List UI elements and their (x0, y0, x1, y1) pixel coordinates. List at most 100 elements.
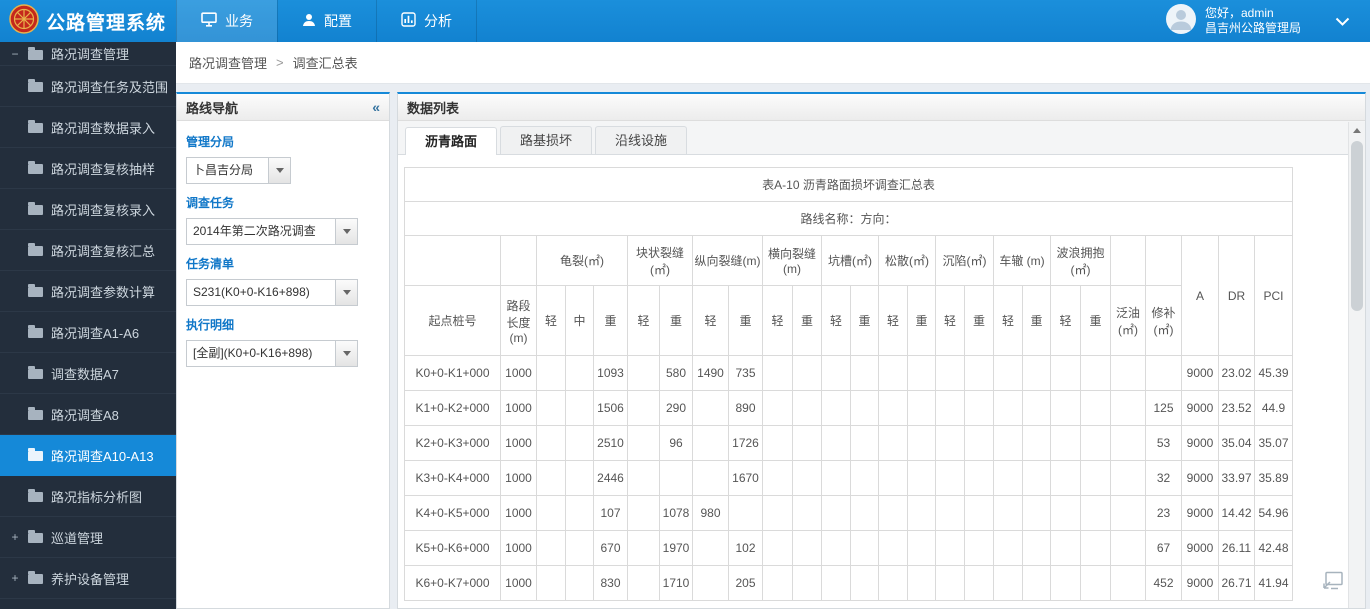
table-cell (965, 496, 994, 531)
table-cell (879, 356, 908, 391)
column-group-header: 松散(㎡) (879, 236, 936, 286)
combo-dropdown-button[interactable] (335, 280, 357, 305)
table-cell (851, 391, 879, 426)
table-cell (763, 356, 793, 391)
nav-item-config[interactable]: 配置 (277, 0, 376, 42)
table-row[interactable]: K4+0-K5+0001000107107898023900014.4254.9… (405, 496, 1293, 531)
tree-plus-icon[interactable]: + (10, 530, 20, 544)
table-cell (660, 461, 693, 496)
fullscreen-toggle-icon[interactable] (1322, 571, 1343, 595)
column-group-header: 龟裂(㎡) (537, 236, 628, 286)
sidebar-item-patrol-mgmt[interactable]: + 巡道管理 (0, 517, 176, 558)
tab-roadside[interactable]: 沿线设施 (595, 126, 687, 154)
folder-icon (28, 205, 43, 215)
table-cell (1051, 391, 1081, 426)
sidebar-item-survey-a10-a13[interactable]: 路况调查A10-A13 (0, 435, 176, 476)
table-row[interactable]: K3+0-K4+00010002446167032900033.9735.89 (405, 461, 1293, 496)
nav-item-business[interactable]: 业务 (176, 0, 277, 42)
sidebar-item-review-sampling[interactable]: 路况调查复核抽样 (0, 148, 176, 189)
column-header: 泛油(㎡) (1111, 286, 1146, 356)
sidebar-item-review-summary[interactable]: 路况调查复核汇总 (0, 230, 176, 271)
table-cell (566, 531, 594, 566)
column-group-header (501, 236, 537, 286)
table-cell (1081, 496, 1111, 531)
table-cell (793, 531, 822, 566)
folder-icon (28, 164, 43, 174)
sidebar-item-label: 路况调查复核录入 (51, 200, 155, 219)
scrollbar-thumb[interactable] (1351, 141, 1363, 311)
column-group-header (1111, 236, 1146, 286)
table-cell (1111, 391, 1146, 426)
table-cell (965, 566, 994, 601)
table-cell (1081, 461, 1111, 496)
table-cell (1051, 426, 1081, 461)
table-cell (908, 496, 936, 531)
table-row[interactable]: K1+0-K2+00010001506290890125900023.5244.… (405, 391, 1293, 426)
sidebar-item-survey-mgmt[interactable]: −路况调查管理 (0, 42, 176, 66)
folder-icon (28, 328, 43, 338)
tab-subgrade[interactable]: 路基损坏 (500, 126, 592, 154)
table-row[interactable]: K5+0-K6+0001000670197010267900026.1142.4… (405, 531, 1293, 566)
sidebar-item-equipment-mgmt[interactable]: +养护设备管理 (0, 558, 176, 599)
scroll-up-arrow-icon[interactable] (1349, 122, 1365, 139)
column-header: 重 (594, 286, 628, 356)
table-cell (994, 461, 1023, 496)
table-cell (566, 391, 594, 426)
table-cell: 26.11 (1219, 531, 1255, 566)
table-cell (763, 531, 793, 566)
table-cell: 53 (1146, 426, 1182, 461)
top-header: 公路管理系统 业务 配置 分析 您好，admin 昌吉州公路管理局 (0, 0, 1370, 42)
table-row[interactable]: K6+0-K7+00010008301710205452900026.7141.… (405, 566, 1293, 601)
combo-dropdown-button[interactable] (335, 341, 357, 366)
sidebar-item-task-scope[interactable]: 路况调查任务及范围 (0, 66, 176, 107)
table-cell (628, 391, 660, 426)
tree-plus-icon[interactable]: + (10, 571, 20, 585)
folder-icon (28, 574, 43, 584)
user-menu[interactable]: 您好，admin 昌吉州公路管理局 (1166, 4, 1301, 39)
column-group-header: 横向裂缝(m) (763, 236, 822, 286)
sidebar-item-data-entry[interactable]: 路况调查数据录入 (0, 107, 176, 148)
tree-minus-icon[interactable]: − (10, 47, 20, 61)
table-cell: 23.52 (1219, 391, 1255, 426)
sidebar-item-param-calc[interactable]: 路况调查参数计算 (0, 271, 176, 312)
table-row[interactable]: K0+0-K1+000100010935801490735900023.0245… (405, 356, 1293, 391)
table-cell (566, 566, 594, 601)
table-row[interactable]: K2+0-K3+0001000251096172653900035.0435.0… (405, 426, 1293, 461)
table-cell (793, 566, 822, 601)
combo-dropdown-button[interactable] (268, 158, 290, 183)
table-cell: 735 (729, 356, 763, 391)
table-cell (628, 426, 660, 461)
user-avatar-icon (1166, 4, 1196, 39)
app-title: 公路管理系统 (46, 8, 166, 35)
table-cell: 44.9 (1255, 391, 1293, 426)
combo-value-task[interactable]: 2014年第二次路况调查 (187, 219, 335, 244)
table-cell (936, 356, 965, 391)
table-cell (822, 461, 851, 496)
table-cell (822, 391, 851, 426)
table-cell (936, 461, 965, 496)
combo-value-branch[interactable]: 卜昌吉分局 (187, 158, 268, 183)
combo-value-task-list[interactable]: S231(K0+0-K16+898) (187, 280, 335, 305)
vertical-scrollbar[interactable] (1348, 122, 1365, 608)
field-label-detail: 执行明细 (186, 316, 380, 333)
table-cell: 26.71 (1219, 566, 1255, 601)
table-cell (1081, 566, 1111, 601)
tab-asphalt[interactable]: 沥青路面 (405, 127, 497, 155)
table-cell (1051, 531, 1081, 566)
sidebar-item-indicator-chart[interactable]: 路况指标分析图 (0, 476, 176, 517)
nav-item-label: 配置 (324, 11, 352, 31)
combo-task: 2014年第二次路况调查 (186, 218, 358, 245)
sidebar-item-survey-data-a7[interactable]: 调查数据A7 (0, 353, 176, 394)
breadcrumb-item[interactable]: 路况调查管理 (189, 53, 267, 72)
chart-icon (401, 12, 416, 30)
collapse-panel-icon[interactable]: « (372, 99, 380, 115)
combo-dropdown-button[interactable] (335, 219, 357, 244)
combo-value-detail[interactable]: [全副](K0+0-K16+898) (187, 341, 335, 366)
sidebar-item-review-entry[interactable]: 路况调查复核录入 (0, 189, 176, 230)
header-chevron-down-icon[interactable] (1335, 17, 1350, 26)
nav-item-analysis[interactable]: 分析 (376, 0, 477, 42)
sidebar-item-label: 巡道管理 (51, 528, 103, 547)
user-greeting: 您好，admin (1205, 6, 1301, 21)
sidebar-item-survey-a1-a6[interactable]: 路况调查A1-A6 (0, 312, 176, 353)
sidebar-item-survey-a8[interactable]: 路况调查A8 (0, 394, 176, 435)
